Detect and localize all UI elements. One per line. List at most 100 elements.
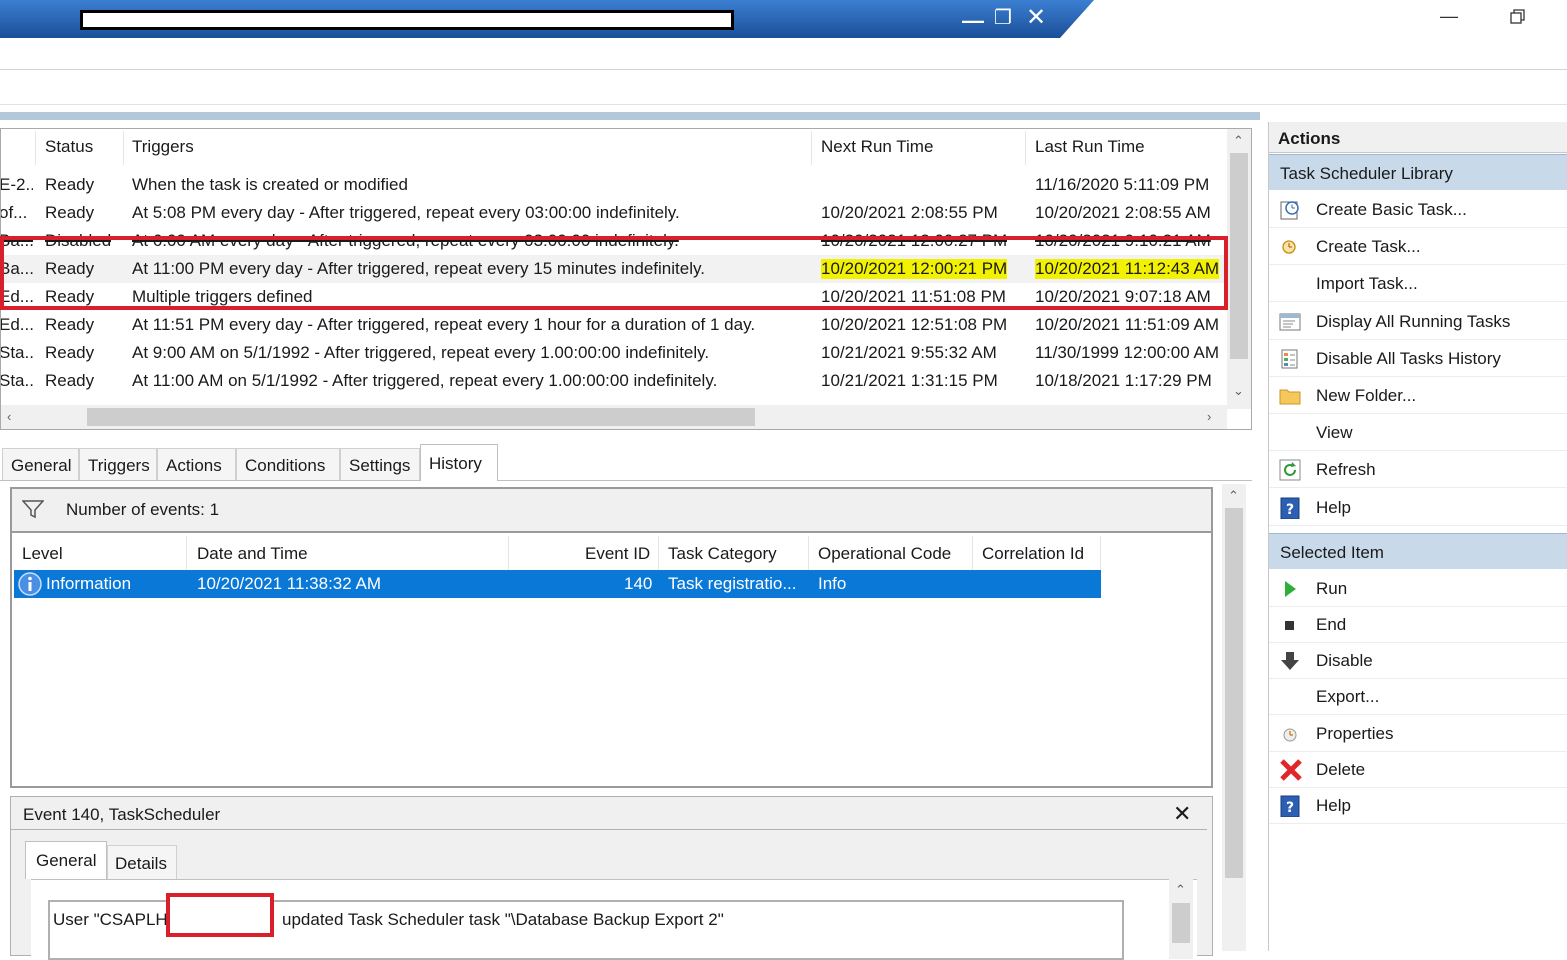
actions-group-header[interactable]: Task Scheduler Library: [1269, 154, 1567, 190]
action-label: Delete: [1316, 759, 1366, 779]
task-name: Sta...: [0, 371, 33, 390]
event-date-time: 10/20/2021 11:38:32 AM: [197, 574, 382, 593]
column-header-task-category[interactable]: Task Category: [668, 544, 777, 564]
tab-triggers[interactable]: Triggers: [79, 448, 157, 480]
column-header-status[interactable]: Status: [45, 137, 93, 157]
task-row[interactable]: Sta... Ready At 9:00 AM on 5/1/1992 - Afte…: [1, 339, 1227, 367]
help-icon: ?: [1279, 794, 1301, 818]
detail-scroll-thumb[interactable]: [1172, 903, 1190, 943]
minimize-icon[interactable]: —: [1440, 6, 1458, 27]
task-row[interactable]: Sta... Ready At 11:00 AM on 5/1/1992 - Aft…: [1, 367, 1227, 395]
action-item[interactable]: View: [1269, 415, 1567, 452]
action-item[interactable]: Run: [1269, 571, 1567, 607]
task-row[interactable]: of... Ready At 5:08 PM every day - After t…: [1, 199, 1227, 227]
action-item[interactable]: Create Basic Task...: [1269, 192, 1567, 228]
task-name: Ed...: [0, 315, 33, 334]
scroll-down-icon[interactable]: ⌄: [1233, 383, 1244, 399]
annotation-red-box: [0, 236, 1228, 310]
create-basic-task-icon: [1279, 198, 1301, 220]
tab-label: Actions: [166, 456, 222, 475]
scroll-left-icon[interactable]: ‹: [7, 409, 11, 424]
action-item[interactable]: Disable: [1269, 643, 1567, 680]
event-id: 140: [624, 574, 653, 593]
task-row[interactable]: Ed... Ready At 11:51 PM every day - After …: [1, 311, 1227, 339]
column-header-event-id[interactable]: Event ID: [585, 544, 650, 564]
task-next-run-time: 10/21/2021 1:31:15 PM: [821, 371, 998, 390]
action-item[interactable]: Disable All Tasks History: [1269, 341, 1567, 377]
event-detail-title: Event 140, TaskScheduler: [23, 805, 221, 824]
filter-icon[interactable]: [22, 499, 44, 519]
action-label: Disable: [1316, 651, 1373, 671]
events-filter-bar: Number of events: 1: [12, 489, 1211, 533]
scroll-up-icon[interactable]: ⌃: [1175, 882, 1186, 898]
action-item[interactable]: ? Help: [1269, 788, 1567, 824]
task-status: Ready: [45, 203, 95, 222]
column-header-last-run-time[interactable]: Last Run Time: [1035, 137, 1145, 157]
refresh-icon: [1279, 458, 1301, 481]
action-label: Help: [1316, 796, 1351, 815]
task-triggers: At 11:00 AM on 5/1/1992 - After triggere…: [132, 371, 718, 390]
column-divider: [123, 131, 124, 165]
actions-group-header[interactable]: Selected Item: [1269, 532, 1567, 569]
column-header-operational-code[interactable]: Operational Code: [818, 544, 951, 564]
column-divider: [1025, 131, 1026, 165]
detail-tab-general-label: General: [36, 851, 97, 870]
column-header-date-time[interactable]: Date and Time: [197, 544, 308, 564]
task-last-run-time: 11/30/1999 12:00:00 AM: [1035, 343, 1220, 362]
help-icon: ?: [1279, 496, 1301, 520]
column-header-next-run-time[interactable]: Next Run Time: [821, 137, 933, 157]
tab-settings[interactable]: Settings: [340, 448, 420, 480]
action-item[interactable]: Delete: [1269, 752, 1567, 788]
detail-tab-general[interactable]: General: [25, 841, 107, 879]
scroll-right-icon[interactable]: ›: [1207, 409, 1211, 424]
action-item[interactable]: Export...: [1269, 679, 1567, 716]
column-header-triggers[interactable]: Triggers: [132, 137, 194, 157]
tab-label: Settings: [349, 456, 411, 475]
action-item[interactable]: ? Help: [1269, 490, 1567, 526]
redacted-username-box: [166, 893, 274, 937]
information-icon: [18, 572, 42, 596]
tab-general[interactable]: General: [2, 448, 79, 480]
action-item[interactable]: Properties: [1269, 716, 1567, 752]
action-item[interactable]: End: [1269, 607, 1567, 643]
scroll-up-icon[interactable]: ⌃: [1228, 488, 1239, 504]
detail-tab-details[interactable]: Details: [107, 845, 177, 879]
action-label: Disable All Tasks History: [1316, 348, 1501, 368]
action-item[interactable]: Refresh: [1269, 452, 1567, 489]
task-row[interactable]: E-2... Ready When the task is created or m…: [1, 171, 1227, 199]
event-description-suffix: updated Task Scheduler task "\Database B…: [282, 910, 724, 929]
action-item[interactable]: Create Task...: [1269, 229, 1567, 266]
tab-history[interactable]: History: [420, 444, 498, 481]
action-item[interactable]: Display All Running Tasks: [1269, 304, 1567, 340]
column-divider: [972, 536, 973, 570]
task-list-horizontal-scroll-thumb[interactable]: [87, 408, 755, 426]
properties-icon: [1279, 722, 1301, 744]
task-list-vertical-scroll-thumb[interactable]: [1230, 153, 1248, 359]
event-row[interactable]: Information 10/20/2021 11:38:32 AM 140 T…: [14, 570, 1101, 598]
inner-restore-icon[interactable]: ❐: [994, 7, 1012, 29]
actions-group-label: Task Scheduler Library: [1280, 164, 1453, 183]
inner-minimize-icon[interactable]: —: [962, 10, 984, 32]
task-name: E-2...: [0, 175, 33, 194]
action-item[interactable]: Import Task...: [1269, 266, 1567, 303]
task-next-run-time: 10/20/2021 2:08:55 PM: [821, 203, 998, 222]
tab-label: History: [429, 454, 482, 473]
scroll-up-icon[interactable]: ⌃: [1233, 133, 1244, 149]
toolbar: [0, 70, 1567, 105]
restore-icon[interactable]: [1510, 9, 1526, 25]
tab-conditions[interactable]: Conditions: [236, 448, 340, 480]
close-icon[interactable]: ✕: [1173, 801, 1191, 827]
column-header-level[interactable]: Level: [22, 544, 63, 564]
tab-actions[interactable]: Actions: [157, 448, 236, 480]
inner-close-icon[interactable]: ✕: [1026, 6, 1046, 30]
column-header-correlation-id[interactable]: Correlation Id: [982, 544, 1084, 564]
action-item[interactable]: New Folder...: [1269, 378, 1567, 414]
details-vertical-scroll-thumb[interactable]: [1225, 508, 1243, 878]
column-divider: [186, 536, 187, 570]
task-triggers: At 9:00 AM on 5/1/1992 - After triggered…: [132, 343, 710, 362]
folder-icon: [1279, 384, 1301, 406]
action-label: Run: [1316, 578, 1348, 598]
redacted-title: [80, 10, 734, 30]
run-icon: [1279, 577, 1301, 599]
tab-label: Triggers: [88, 456, 150, 475]
